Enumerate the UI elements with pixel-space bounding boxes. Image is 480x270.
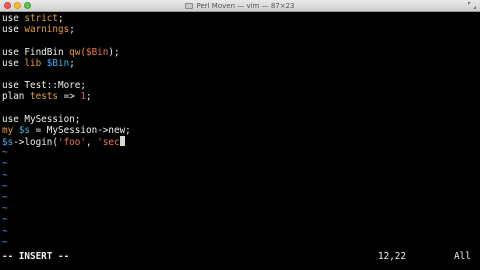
code-token: lib	[24, 57, 42, 69]
empty-line-marker: ~	[2, 214, 8, 226]
code-token: $Bin	[85, 46, 109, 58]
code-token: use Test::More;	[2, 80, 86, 92]
code-token: use	[2, 13, 19, 24]
code-line[interactable]: use FindBin qw($Bin);	[2, 47, 478, 58]
code-token: warnings	[24, 24, 70, 36]
code-line[interactable]: my $s = MySession->new;	[2, 125, 478, 136]
code-token: $s	[18, 124, 31, 136]
code-token: use MySession;	[2, 113, 81, 125]
code-token: use	[2, 24, 19, 36]
vim-editor-buffer[interactable]: use strict; use warnings; use FindBin qw($…	[2, 13, 478, 248]
empty-line-marker: ~	[2, 169, 8, 181]
code-token: = MySession->new;	[30, 124, 131, 136]
folder-icon	[185, 3, 194, 9]
code-line[interactable]	[2, 35, 478, 46]
code-token: my	[2, 124, 14, 136]
code-token: qw(	[69, 46, 86, 58]
empty-line-marker: ~	[2, 203, 8, 215]
code-token: $Bin	[46, 57, 70, 69]
window-titlebar[interactable]: Perl Moven — vim — 87×23	[0, 0, 480, 12]
code-line[interactable]: use MySession;	[2, 114, 478, 125]
code-line[interactable]: use lib $Bin;	[2, 58, 478, 69]
code-line[interactable]	[2, 69, 478, 80]
code-token: ;	[69, 57, 75, 69]
code-line[interactable]: plan tests => 1;	[2, 91, 478, 102]
fullscreen-icon[interactable]	[468, 2, 476, 9]
code-token: plan	[2, 91, 30, 103]
code-line[interactable]: use warnings;	[2, 24, 478, 35]
empty-line-marker: ~	[2, 147, 8, 159]
code-line[interactable]	[2, 103, 478, 114]
empty-line-marker: ~	[2, 192, 8, 203]
code-token: );	[108, 46, 120, 58]
scroll-position: All	[454, 251, 471, 262]
code-token: ,	[85, 137, 98, 149]
empty-line-marker: ~	[2, 236, 8, 248]
code-token: ->login(	[13, 137, 58, 149]
empty-line-marker: ~	[2, 180, 8, 192]
code-token: ;	[58, 13, 64, 24]
code-token: tests	[30, 91, 58, 103]
code-line[interactable]: use strict;	[2, 13, 478, 24]
code-line[interactable]: use Test::More;	[2, 80, 478, 91]
code-token: ;	[69, 24, 75, 36]
code-token: strict	[24, 13, 58, 24]
code-token: 'sec	[97, 137, 120, 149]
code-token: use FindBin	[2, 46, 70, 58]
code-line[interactable]: $s->login('foo', 'sec	[2, 136, 478, 149]
code-token: =>	[58, 91, 81, 103]
text-cursor	[119, 136, 125, 147]
empty-line-marker: ~	[2, 158, 8, 170]
empty-line-marker: ~	[2, 225, 8, 237]
mode-indicator: -- INSERT --	[2, 251, 70, 262]
cursor-position: 12,22	[378, 251, 406, 262]
window-title: Perl Moven — vim — 87×23	[196, 2, 295, 10]
code-token: ;	[86, 91, 92, 103]
code-token: 'foo'	[57, 137, 86, 149]
code-token: use	[2, 57, 25, 69]
title-group: Perl Moven — vim — 87×23	[0, 0, 480, 12]
vim-status-line: -- INSERT -- 12,22 All	[2, 251, 478, 263]
